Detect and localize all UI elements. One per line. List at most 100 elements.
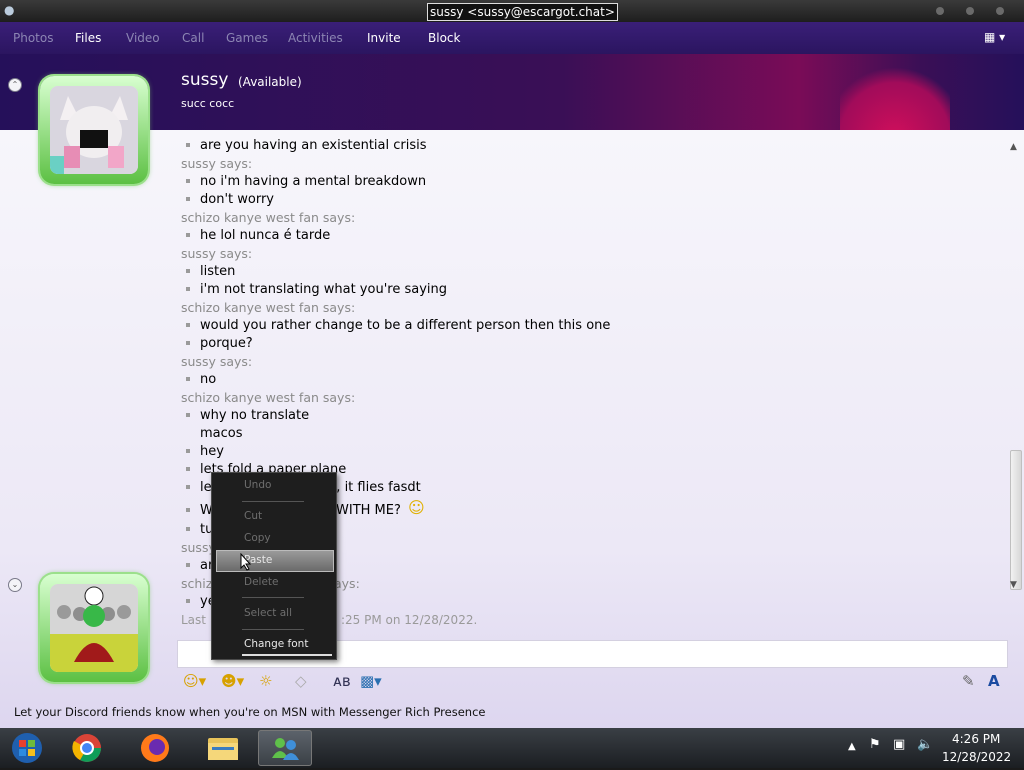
cat-ears-person-icon [50,86,138,174]
user-avatar[interactable] [40,574,148,682]
speaker-label: sussy says: [181,246,253,261]
context-menu: Undo Cut Copy Paste Delete Select all Ch… [211,472,337,660]
message-line: macos [200,426,243,441]
menu-call[interactable]: Call [182,22,204,54]
menu-video[interactable]: Video [126,22,160,54]
message-line: don't worry [200,192,274,207]
collapse-bottom-icon[interactable]: ⌄ [8,578,22,592]
context-menu-change-font[interactable]: Change font [244,635,308,653]
menu-options-icon[interactable]: ▦ ▾ [984,30,1005,44]
tray-expand-icon[interactable]: ▲ [848,741,856,752]
chrome-icon [72,734,101,762]
messenger-icon [272,738,299,760]
message-line: are you having an existential crisis [200,138,427,153]
bullet [186,269,190,273]
message-line: would you rather change to be a differen… [200,318,611,333]
text-mode-icon[interactable]: A [988,672,1000,690]
context-menu-underline [242,654,332,656]
messenger-app-icon[interactable]: ● [4,3,18,17]
scroll-up-icon[interactable]: ▲ [1010,142,1017,152]
message-line: hey [200,444,224,459]
last-message-info: Last :25 PM on 12/28/2022. [181,613,477,627]
bullet [186,377,190,381]
font-icon[interactable]: ᴀʙ [333,672,351,690]
last-message-prefix: Last [181,613,206,627]
bullet [186,508,190,512]
message-line: he lol nunca é tarde [200,228,331,243]
soccer-avatar-icon [50,584,138,672]
bullet [186,599,190,603]
user-avatar-image [50,584,138,672]
menu-files[interactable]: Files [75,22,101,54]
collapse-top-icon[interactable]: ⌃ [8,78,22,92]
contact-header [0,54,1024,130]
message-line: listen [200,264,236,279]
context-menu-separator [242,501,304,502]
voice-clip-icon[interactable]: ◇ [295,672,307,690]
clock-time[interactable]: 4:26 PM [952,732,1000,746]
action-center-flag-icon[interactable]: ⚑ [869,737,881,752]
firefox-icon [141,734,169,762]
message-line: no i'm having a mental breakdown [200,174,427,189]
speaker-label-tail: ays: [334,576,360,591]
speaker-label: schizo kanye west fan says: [181,210,356,225]
contact-status: (Available) [238,75,302,89]
window-title: sussy <sussy@escargot.chat> [427,3,618,21]
menu-games[interactable]: Games [226,22,268,54]
promo-link[interactable]: Let your Discord friends know when you'r… [14,705,485,719]
handwriting-icon[interactable]: ✎ [962,672,975,690]
taskbar-chrome[interactable] [60,730,114,766]
conversation-scrollbar[interactable]: ▲ ▼ [1008,140,1022,610]
menu-activities[interactable]: Activities [288,22,343,54]
file-explorer-icon [208,738,238,760]
bullet [186,413,190,417]
start-orb-icon [12,733,42,763]
bullet [186,323,190,327]
taskbar-firefox[interactable] [128,730,182,766]
context-menu-separator [242,629,304,630]
contact-avatar[interactable] [40,76,148,184]
nudge-icon[interactable]: ☼ [259,672,272,690]
bullet [186,287,190,291]
contact-avatar-image [50,86,138,174]
start-button[interactable] [0,730,54,766]
scroll-down-icon[interactable]: ▼ [1010,580,1017,590]
menu-invite[interactable]: Invite [367,22,401,54]
message-line: why no translate [200,408,310,423]
context-menu-undo[interactable]: Undo [244,476,271,494]
context-menu-cut[interactable]: Cut [244,507,262,525]
menu-photos[interactable]: Photos [13,22,53,54]
wink-menu-icon[interactable]: ☻▾ [221,672,244,690]
context-menu-select-all[interactable]: Select all [244,604,292,622]
emoticon-menu-icon[interactable]: ☺▾ [183,672,206,690]
title-bar: ● sussy <sussy@escargot.chat> [0,0,1024,22]
taskbar-explorer[interactable] [196,730,250,766]
message-line-tail: WITH ME? [336,503,401,518]
smiley-emoticon-icon: ☺ [408,498,425,517]
bullet [186,563,190,567]
context-menu-separator [242,597,304,598]
scroll-thumb[interactable] [1010,450,1022,590]
speaker-label: schiz [181,576,213,591]
bullet [186,449,190,453]
minimize-button[interactable] [936,7,944,15]
context-menu-highlight [216,550,334,572]
context-menu-delete[interactable]: Delete [244,573,279,591]
close-button[interactable] [996,7,1004,15]
bullet [186,143,190,147]
message-line: i'm not translating what you're saying [200,282,447,297]
speaker-label: sussy says: [181,156,253,171]
menu-bar: Photos Files Video Call Games Activities… [0,22,1024,54]
context-menu-copy[interactable]: Copy [244,529,271,547]
background-menu-icon[interactable]: ▩▾ [360,672,382,690]
maximize-button[interactable] [966,7,974,15]
speaker-label: sussy says: [181,354,253,369]
speaker-label: schizo kanye west fan says: [181,390,356,405]
last-message-suffix: :25 PM on 12/28/2022. [341,613,478,627]
menu-block[interactable]: Block [428,22,460,54]
clock-date[interactable]: 12/28/2022 [942,750,1011,764]
network-icon[interactable]: ▣ [893,737,905,752]
volume-icon[interactable]: 🔈 [917,737,933,752]
bullet [186,527,190,531]
taskbar-messenger[interactable] [258,730,312,766]
